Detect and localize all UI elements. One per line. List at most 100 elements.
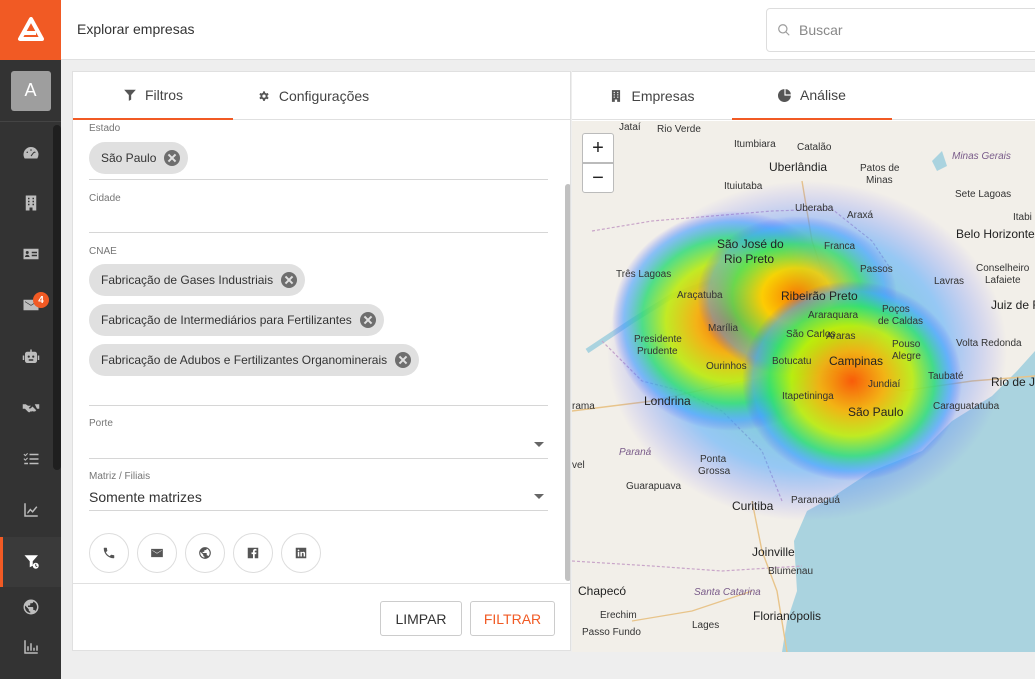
filter-scrollbar[interactable] [565,184,570,581]
sidebar-scrollbar[interactable] [53,125,61,470]
map-label: Volta Redonda [956,338,1022,349]
sidebar-item-deals[interactable] [0,383,61,433]
sidebar-item-automation[interactable] [0,332,61,382]
sidebar-item-dashboard[interactable] [0,128,61,178]
results-panel: Empresas Análise Jataí Rio Verde Itumbia… [572,71,1035,652]
avatar[interactable]: A [10,70,51,111]
task-list-icon [23,453,38,465]
tab-filters-label: Filtros [144,87,184,103]
sidebar-item-contacts[interactable] [0,229,61,279]
sidebar-item-reports[interactable] [0,485,61,535]
map-label: Belo Horizonte [956,227,1035,241]
map-label: Itapetininga [782,391,834,402]
map-label: Chapecó [578,584,627,598]
phone-icon [103,547,115,559]
cnae-label: CNAE [89,246,117,257]
map-label: Botucatu [772,356,812,367]
cnae-chip[interactable]: Fabricação de Adubos e Fertilizantes Org… [89,344,420,376]
estado-chip[interactable]: São Paulo [89,142,189,174]
tab-companies[interactable]: Empresas [572,72,732,120]
cnae-chip[interactable]: Fabricação de Intermediários para Fertil… [89,304,384,336]
results-tabs: Empresas Análise [572,72,1035,120]
gear-icon [259,91,269,101]
map-label: Sete Lagoas [955,189,1012,200]
search-box[interactable] [766,8,1035,52]
map-label: Erechim [600,610,637,621]
map-label: Jundiaí [868,379,901,390]
remove-chip-icon[interactable] [395,352,412,368]
map-label: Paranaguá [791,495,840,506]
map-label: Grossa [698,466,731,477]
search-input[interactable] [799,22,999,38]
map-label: Itabi [1013,212,1032,223]
map-label: Taubaté [928,371,964,382]
map-label: Araraquara [808,310,859,321]
cnae-underline [89,405,548,406]
filter-clock-icon [24,555,39,569]
sidebar-item-tasks[interactable] [0,434,61,484]
porte-label: Porte [89,418,113,429]
map-label: Florianópolis [753,609,822,623]
facebook-filter-button[interactable] [233,533,273,573]
map-label: Marília [708,323,739,334]
cidade-field[interactable] [89,232,548,233]
map-label: Araçatuba [677,290,723,301]
map-label: de Caldas [878,316,924,327]
cnae-chip-label: Fabricação de Intermediários para Fertil… [101,313,352,327]
phone-filter-button[interactable] [89,533,129,573]
filter-button[interactable]: FILTRAR [470,601,555,636]
estado-chip-label: São Paulo [101,151,157,165]
zoom-out-button[interactable]: − [582,163,614,193]
linkedin-filter-button[interactable] [281,533,321,573]
map-label: São José do [717,237,784,251]
sidebar-item-companies[interactable] [0,178,61,228]
sidebar: A 4 [0,0,61,679]
chevron-down-icon[interactable] [534,442,544,447]
cnae-chip[interactable]: Fabricação de Gases Industriais [89,264,306,296]
sidebar-item-messages[interactable]: 4 [0,280,61,330]
zoom-in-button[interactable]: + [582,133,614,163]
map-label: Prudente [637,346,678,357]
matriz-select[interactable]: Somente matrizes [89,489,202,505]
clear-button[interactable]: LIMPAR [380,601,462,636]
sidebar-item-analytics[interactable] [0,622,61,672]
estado-underline [89,179,548,180]
website-filter-button[interactable] [185,533,225,573]
remove-chip-icon[interactable] [359,312,376,328]
map-label: Passos [860,264,893,275]
avatar-area: A [0,60,61,122]
tab-filters[interactable]: Filtros [73,72,233,120]
filter-form: Estado São Paulo Cidade CNAE Fabricação … [73,121,570,583]
map-label: Minas Gerais [952,151,1011,162]
tab-settings[interactable]: Configurações [233,72,393,120]
sidebar-item-explore[interactable] [0,537,61,587]
map-label: Ponta [700,454,727,465]
chevron-down-icon[interactable] [534,494,544,499]
cidade-label: Cidade [89,193,121,204]
tab-analysis[interactable]: Análise [732,72,892,120]
notification-badge: 4 [33,292,49,308]
map-label: Conselheiro [976,263,1030,274]
map-label: Juiz de F [991,298,1035,312]
remove-chip-icon[interactable] [164,150,181,166]
remove-chip-icon[interactable] [281,272,298,288]
map-label: Rio Preto [724,252,775,266]
app-logo[interactable] [0,0,61,60]
email-filter-button[interactable] [137,533,177,573]
cnae-chip-label: Fabricação de Adubos e Fertilizantes Org… [101,353,388,367]
map-label: Ribeirão Preto [781,289,858,303]
building-icon [25,195,36,211]
map-label: Rio de Ja [991,375,1035,389]
filter-actions: LIMPAR FILTRAR [73,583,570,651]
heatmap-map[interactable]: Jataí Rio Verde Itumbiara Catalão Uberlâ… [572,121,1035,652]
map-label: Araxá [847,210,874,221]
map-label: Paraná [619,447,652,458]
dashboard-icon [23,147,38,159]
building-icon [612,90,621,102]
tab-settings-label: Configurações [278,88,370,104]
top-bar: Explorar empresas [61,0,1035,60]
map-label: Santa Catarina [694,587,761,598]
contact-card-icon [23,248,38,260]
map-label: Lafaiete [985,275,1021,286]
map-label: Ituiutaba [724,181,763,192]
